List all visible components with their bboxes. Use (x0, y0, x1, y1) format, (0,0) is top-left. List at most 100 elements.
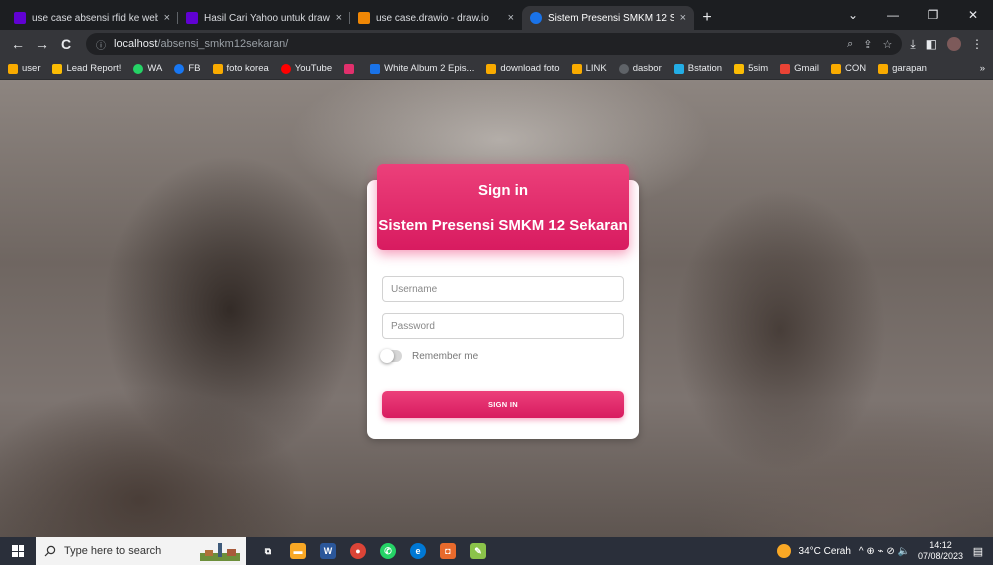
close-icon[interactable]: × (164, 12, 170, 24)
menu-icon[interactable]: ⋮ (971, 37, 983, 51)
tab-0[interactable]: use case absensi rfid ke web - Ya × (6, 6, 178, 30)
tab-2[interactable]: use case.drawio - draw.io × (350, 6, 522, 30)
password-input[interactable] (382, 313, 624, 339)
toolbar-actions: ⤓ ◧ ⋮ (910, 37, 987, 52)
bookmark-label: FB (188, 63, 201, 74)
edge-icon[interactable]: e (410, 543, 426, 559)
bookmark-item[interactable]: CON (830, 63, 867, 74)
folder-icon (571, 63, 582, 74)
bookmark-item[interactable]: LINK (571, 63, 607, 74)
login-subtitle: Sistem Presensi SMKM 12 Sekaran (378, 217, 628, 234)
bookmark-label: Bstation (687, 63, 723, 74)
bookmark-item[interactable]: dasbor (618, 63, 662, 74)
bookmark-label: download foto (500, 63, 560, 74)
globe-icon (530, 12, 542, 24)
back-icon[interactable]: ← (6, 32, 30, 56)
windows-icon (12, 545, 24, 557)
download-icon[interactable]: ⤓ (910, 37, 915, 52)
bookmark-item[interactable] (344, 63, 358, 74)
bookmarks-overflow-icon[interactable]: » (980, 63, 985, 74)
login-header: Sign in Sistem Presensi SMKM 12 Sekaran (377, 164, 629, 250)
restore-icon[interactable]: ❐ (913, 0, 953, 30)
browser-toolbar: ← → C ⓘ localhost/absensi_smkm12sekaran/… (0, 30, 993, 58)
new-tab-button[interactable]: + (694, 6, 720, 30)
clock[interactable]: 14:12 07/08/2023 (918, 540, 963, 562)
start-button[interactable] (0, 537, 36, 565)
info-icon[interactable]: ⓘ (96, 37, 106, 52)
word-icon[interactable]: W (320, 543, 336, 559)
bookmark-item[interactable]: YouTube (280, 63, 333, 74)
tray-icons[interactable]: ^ ⊕ ⌁ ⊘ 🔈 (859, 546, 910, 557)
tab-label: use case.drawio - draw.io (376, 12, 489, 24)
close-icon[interactable]: × (336, 12, 342, 24)
gmail-icon (780, 63, 791, 74)
tab-3-active[interactable]: Sistem Presensi SMKM 12 Sekara × (522, 6, 694, 30)
bookmark-item[interactable]: 5sim (734, 63, 768, 74)
zoom-icon[interactable]: ⌕ (847, 38, 853, 51)
bookmark-item[interactable]: WA (133, 63, 162, 74)
whatsapp-icon[interactable]: ✆ (380, 543, 396, 559)
file-explorer-icon[interactable]: ▬ (290, 543, 306, 559)
bookmarks-bar: user Lead Report! WA FB foto korea YouTu… (0, 58, 993, 80)
remember-me[interactable]: Remember me (380, 349, 479, 363)
bookmark-favicon (618, 63, 629, 74)
bookmark-label: garapan (892, 63, 927, 74)
tab-search-icon[interactable]: ⌄ (833, 0, 873, 30)
bookmark-item[interactable]: FB (174, 63, 201, 74)
tab-1[interactable]: Hasil Cari Yahoo untuk drawio × (178, 6, 350, 30)
clock-time: 14:12 (929, 540, 952, 550)
close-icon[interactable]: × (508, 12, 514, 24)
username-input[interactable] (382, 276, 624, 302)
tab-label: Sistem Presensi SMKM 12 Sekara (548, 12, 674, 24)
minimize-icon[interactable]: — (873, 0, 913, 30)
share-icon[interactable]: ⇪ (863, 38, 872, 51)
weather-text[interactable]: 34°C Cerah (799, 546, 851, 557)
side-panel-icon[interactable]: ◧ (926, 37, 937, 51)
bookmark-item[interactable]: foto korea (212, 63, 269, 74)
toggle-knob (380, 349, 394, 363)
sign-in-button[interactable]: SIGN IN (382, 391, 624, 418)
bookmark-label: YouTube (294, 63, 333, 74)
bookmark-item[interactable]: Gmail (780, 63, 819, 74)
address-bar[interactable]: ⓘ localhost/absensi_smkm12sekaran/ ⌕ ⇪ ☆ (86, 33, 903, 55)
bookmark-item[interactable]: White Album 2 Epis... (370, 63, 474, 74)
tab-label: use case absensi rfid ke web - Ya (32, 12, 158, 24)
bookmark-item[interactable]: Bstation (673, 63, 723, 74)
taskbar-apps: ⧉ ▬ W ● ✆ e ◘ ✎ (260, 543, 486, 559)
extension-icon[interactable] (947, 37, 961, 51)
bookmark-item[interactable]: user (8, 63, 40, 74)
star-icon[interactable]: ☆ (882, 38, 892, 51)
chrome-icon[interactable]: ● (350, 543, 366, 559)
close-window-icon[interactable]: ✕ (953, 0, 993, 30)
taskbar-search[interactable]: Type here to search (36, 537, 246, 565)
weather-icon[interactable] (776, 544, 791, 558)
close-icon[interactable]: × (680, 12, 686, 24)
taskbar: Type here to search ⧉ ▬ W ● ✆ e ◘ ✎ 34°C… (0, 537, 993, 565)
bookmark-item[interactable]: garapan (878, 63, 927, 74)
bookmark-item[interactable]: Lead Report! (52, 63, 121, 74)
search-highlight-icon (200, 543, 240, 561)
login-title: Sign in (478, 182, 528, 199)
bookmark-label: CON (844, 63, 867, 74)
login-card: Sign in Sistem Presensi SMKM 12 Sekaran … (367, 164, 639, 439)
clock-date: 07/08/2023 (917, 551, 963, 561)
bookmark-item[interactable]: download foto (486, 63, 560, 74)
app-icon[interactable]: ◘ (440, 543, 456, 559)
notification-icon[interactable]: ▤ (971, 544, 985, 558)
system-tray: 34°C Cerah ^ ⊕ ⌁ ⊘ 🔈 14:12 07/08/2023 ▤ (776, 540, 993, 562)
notepad-icon[interactable]: ✎ (470, 543, 486, 559)
url-path: /absensi_smkm12sekaran/ (157, 38, 289, 50)
folder-icon (8, 63, 18, 74)
task-view-icon[interactable]: ⧉ (260, 543, 276, 559)
bookmark-label: Lead Report! (66, 63, 122, 74)
instagram-icon (344, 63, 355, 74)
omnibox-actions: ⌕ ⇪ ☆ (847, 38, 892, 51)
tab-strip: use case absensi rfid ke web - Ya × Hasi… (0, 0, 993, 30)
page-background: Sign in Sistem Presensi SMKM 12 Sekaran … (0, 80, 993, 537)
forward-icon[interactable]: → (30, 32, 54, 56)
reload-icon[interactable]: C (54, 32, 78, 56)
bilibili-icon (673, 63, 684, 74)
remember-label: Remember me (412, 350, 479, 362)
remember-toggle[interactable] (380, 349, 402, 363)
yahoo-icon (186, 12, 198, 24)
